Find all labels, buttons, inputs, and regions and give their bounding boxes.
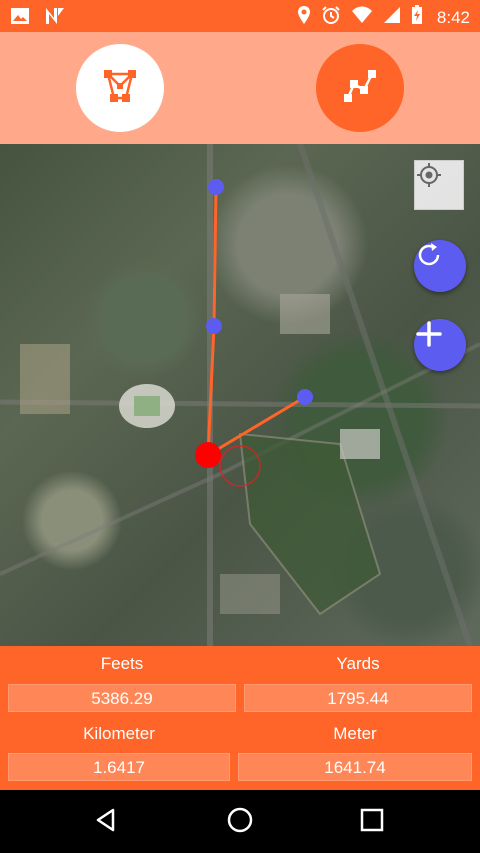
wifi-icon [351,6,373,29]
satellite-map[interactable] [0,144,480,646]
building-block [280,294,330,334]
current-location-marker[interactable] [195,442,221,468]
clock-time: 8:42 [436,7,470,27]
alarm-icon [321,5,341,30]
map-road [0,399,480,409]
kilometer-label: Kilometer [83,724,155,743]
home-icon [226,806,254,839]
meter-value: 1641.74 [238,753,472,781]
add-point-button[interactable] [414,319,466,371]
home-button[interactable] [222,804,258,840]
battery-charging-icon [411,5,423,30]
signal-icon [383,6,401,29]
mode-toolbar [0,32,480,144]
polyline-distance-icon [340,66,380,111]
distance-mode-button[interactable] [316,44,404,132]
location-pin-icon [297,5,311,30]
refresh-button[interactable] [414,240,466,292]
recents-button[interactable] [354,804,390,840]
map-road [0,472,221,576]
navigation-bar [0,790,480,853]
building-block [340,429,380,459]
route-point-marker[interactable] [206,318,222,334]
yards-value: 1795.44 [244,684,472,712]
building-block [20,344,70,414]
recents-icon [360,808,384,837]
measurement-results: Feets 5386.29 Yards 1795.44 Kilometer 1.… [0,646,480,790]
meter-label: Meter [333,724,377,743]
n-app-icon [44,6,66,31]
area-mode-button[interactable] [76,44,164,132]
image-icon [10,7,30,30]
map-overlay [0,144,480,646]
route-point-marker[interactable] [208,179,224,195]
polygon-area-icon [100,66,140,111]
yards-label: Yards [336,654,380,673]
feets-label: Feets [100,654,144,673]
status-bar: 8:42 [0,0,480,32]
stadium-field [134,396,160,416]
kilometer-value: 1.6417 [8,753,230,781]
back-button[interactable] [88,804,124,840]
route-point-marker[interactable] [297,389,313,405]
feets-value: 5386.29 [8,684,236,712]
my-location-button[interactable] [414,160,464,210]
back-icon [93,807,119,838]
building-block [220,574,280,614]
